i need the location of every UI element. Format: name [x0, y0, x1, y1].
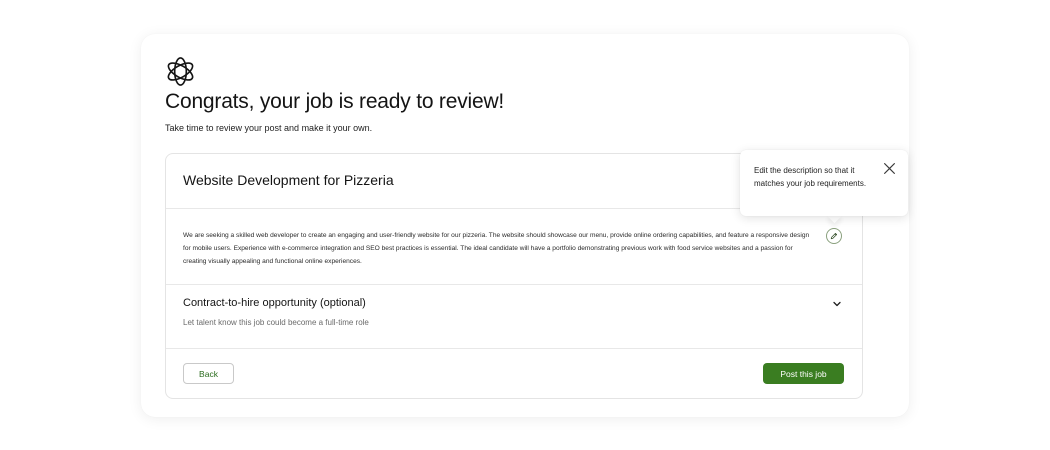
divider	[166, 348, 862, 349]
flower-logo-icon	[167, 57, 194, 86]
job-title: Website Development for Pizzeria	[183, 172, 394, 188]
job-description: We are seeking a skilled web developer t…	[183, 232, 810, 265]
close-icon[interactable]	[883, 162, 896, 175]
chevron-down-icon[interactable]	[832, 299, 842, 309]
contract-to-hire-subtitle: Let talent know this job could become a …	[183, 318, 369, 327]
back-button[interactable]: Back	[183, 363, 234, 384]
page-subtitle: Take time to review your post and make i…	[165, 123, 373, 133]
tooltip-text: Edit the description so that it matches …	[754, 166, 867, 188]
edit-description-button[interactable]	[826, 228, 842, 244]
contract-to-hire-title: Contract-to-hire opportunity (optional)	[183, 297, 366, 309]
pencil-icon	[830, 233, 837, 240]
post-job-button[interactable]: Post this job	[763, 363, 844, 384]
page-title: Congrats, your job is ready to review!	[165, 90, 505, 113]
divider	[166, 284, 862, 285]
